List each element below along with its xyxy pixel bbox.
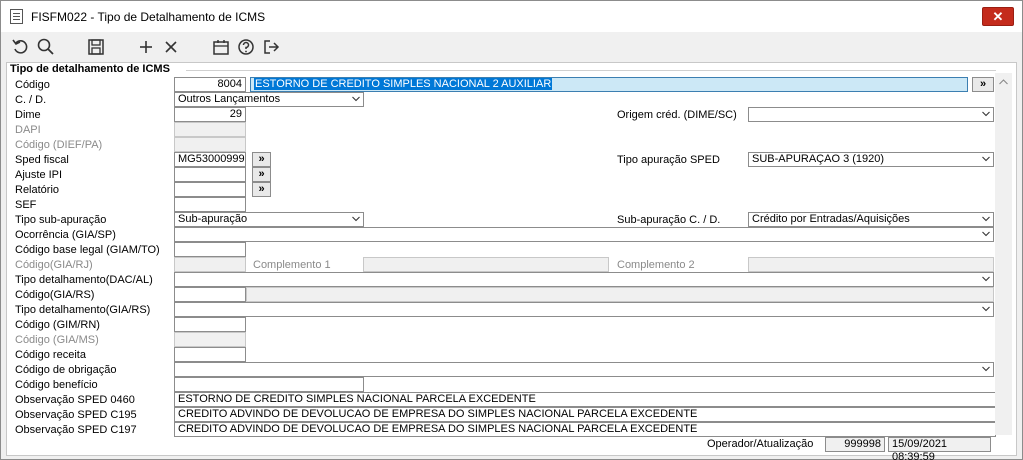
codigo-lookup-button[interactable]: » <box>972 77 994 92</box>
descricao-input[interactable]: ESTORNO DE CREDITO SIMPLES NACIONAL 2 AU… <box>250 77 968 92</box>
tipo-gia-rs-select[interactable] <box>174 302 994 317</box>
chevron-down-icon <box>352 96 360 102</box>
label-operador: Operador/Atualização <box>707 438 814 450</box>
document-icon <box>10 9 23 24</box>
label-sped-fiscal: Sped fiscal <box>15 154 69 166</box>
obs-sped-c197-input[interactable]: CREDITO ADVINDO DE DEVOLUCAO DE EMPRESA … <box>174 422 996 437</box>
tipo-sub-apuracao-select[interactable]: Sub-apuração <box>174 212 364 227</box>
chevron-down-icon <box>982 111 990 117</box>
chevron-down-icon <box>982 276 990 282</box>
search-icon[interactable] <box>36 37 56 57</box>
dime-input[interactable]: 29 <box>174 107 246 122</box>
chevron-down-icon <box>982 156 990 162</box>
label-codigo-gia-rj: Código(GIA/RJ) <box>15 259 93 271</box>
codigo-obrigacao-select[interactable] <box>174 362 994 377</box>
toolbar <box>1 32 1022 62</box>
chevron-down-icon <box>352 216 360 222</box>
codigo-beneficio-input[interactable] <box>174 377 364 392</box>
label-codigo-beneficio: Código benefício <box>15 379 98 391</box>
delete-icon[interactable] <box>161 37 181 57</box>
title-bar: FISFM022 - Tipo de Detalhamento de ICMS … <box>1 1 1022 32</box>
complemento-1-input <box>363 257 609 272</box>
vertical-scrollbar[interactable] <box>995 73 1012 435</box>
sef-input[interactable] <box>174 197 246 212</box>
group-divider <box>186 70 996 71</box>
label-complemento-1: Complemento 1 <box>253 259 331 271</box>
codigo-gia-rs-input[interactable] <box>174 287 246 302</box>
exit-icon[interactable] <box>261 37 281 57</box>
obs-sped-c195-input[interactable]: CREDITO ADVINDO DE DEVOLUCAO DE EMPRESA … <box>174 407 996 422</box>
label-ocorrencia: Ocorrência (GIA/SP) <box>15 229 116 241</box>
sped-fiscal-lookup-button[interactable]: » <box>252 152 271 167</box>
tipo-apuracao-select[interactable]: SUB-APURAÇAO 3 (1920) <box>748 152 994 167</box>
label-obs-c195: Observação SPED C195 <box>15 409 137 421</box>
window-title: FISFM022 - Tipo de Detalhamento de ICMS <box>31 10 266 24</box>
ajuste-ipi-lookup-button[interactable]: » <box>252 167 271 182</box>
chevron-down-icon <box>982 366 990 372</box>
label-dime: Dime <box>15 109 41 121</box>
codigo-gia-rs-description <box>246 287 994 302</box>
codigo-gia-rj-input <box>174 257 246 272</box>
label-codigo-gim-rn: Código (GIM/RN) <box>15 319 100 331</box>
label-tipo-gia-rs: Tipo detalhamento(GIA/RS) <box>15 304 151 316</box>
cd-value: Outros Lançamentos <box>178 93 281 105</box>
label-codigo-obrigacao: Código de obrigação <box>15 364 117 376</box>
chevron-up-icon[interactable] <box>999 79 1008 85</box>
descricao-text: ESTORNO DE CREDITO SIMPLES NACIONAL 2 AU… <box>254 78 553 90</box>
label-tipo-sub-apuracao: Tipo sub-apuração <box>15 214 107 226</box>
tipo-sub-apuracao-value: Sub-apuração <box>178 213 248 225</box>
label-codigo-dief: Código (DIEF/PA) <box>15 139 103 151</box>
atualizacao-value: 15/09/2021 08:39:59 <box>888 437 991 460</box>
operador-value: 999998 <box>825 437 885 452</box>
relatorio-lookup-button[interactable]: » <box>252 182 271 197</box>
codigo-gim-rn-input[interactable] <box>174 317 246 332</box>
obs-sped-0460-input[interactable]: ESTORNO DE CREDITO SIMPLES NACIONAL PARC… <box>174 392 996 407</box>
label-obs-0460: Observação SPED 0460 <box>15 394 135 406</box>
label-sef: SEF <box>15 199 37 211</box>
chevron-down-icon <box>982 216 990 222</box>
sped-fiscal-input[interactable]: MG53000999 <box>174 152 246 167</box>
label-codigo-base-legal: Código base legal (GIAM/TO) <box>15 244 160 256</box>
save-icon[interactable] <box>86 37 106 57</box>
label-codigo-receita: Código receita <box>15 349 86 361</box>
complemento-2-input <box>748 257 994 272</box>
codigo-base-legal-input[interactable] <box>174 242 246 257</box>
label-dapi: DAPI <box>15 124 41 136</box>
dapi-input <box>174 122 246 137</box>
ajuste-ipi-input[interactable] <box>174 167 246 182</box>
sub-apuracao-cd-value: Crédito por Entradas/Aquisições <box>752 213 910 225</box>
codigo-input[interactable]: 8004 <box>174 77 246 92</box>
label-complemento-2: Complemento 2 <box>617 259 695 271</box>
ocorrencia-select[interactable] <box>174 227 994 242</box>
close-button[interactable]: ✕ <box>982 7 1014 26</box>
label-tipo-apuracao: Tipo apuração SPED <box>617 154 720 166</box>
sub-apuracao-cd-select[interactable]: Crédito por Entradas/Aquisições <box>748 212 994 227</box>
origem-cred-select[interactable] <box>748 107 994 122</box>
codigo-receita-input[interactable] <box>174 347 246 362</box>
tipo-dac-select[interactable] <box>174 272 994 287</box>
tipo-apuracao-value: SUB-APURAÇAO 3 (1920) <box>752 153 885 165</box>
undo-icon[interactable] <box>11 37 31 57</box>
codigo-gia-ms-input <box>174 332 246 347</box>
calendar-icon[interactable] <box>211 37 231 57</box>
label-relatorio: Relatório <box>15 184 60 196</box>
label-codigo-gia-rs: Código(GIA/RS) <box>15 289 95 301</box>
label-cd: C. / D. <box>15 94 47 106</box>
add-icon[interactable] <box>136 37 156 57</box>
label-codigo: Código <box>15 79 50 91</box>
label-origem-cred: Origem créd. (DIME/SC) <box>617 109 737 121</box>
group-title: Tipo de detalhamento de ICMS <box>10 63 170 75</box>
codigo-dief-input <box>174 137 246 152</box>
chevron-down-icon <box>982 231 990 237</box>
label-obs-c197: Observação SPED C197 <box>15 424 137 436</box>
relatorio-input[interactable] <box>174 182 246 197</box>
help-icon[interactable] <box>236 37 256 57</box>
label-codigo-gia-ms: Código (GIA/MS) <box>15 334 99 346</box>
label-ajuste-ipi: Ajuste IPI <box>15 169 63 181</box>
label-tipo-dac: Tipo detalhamento(DAC/AL) <box>15 274 153 286</box>
label-sub-apuracao-cd: Sub-apuração C. / D. <box>617 214 721 226</box>
cd-select[interactable]: Outros Lançamentos <box>174 92 364 107</box>
chevron-down-icon <box>982 306 990 312</box>
